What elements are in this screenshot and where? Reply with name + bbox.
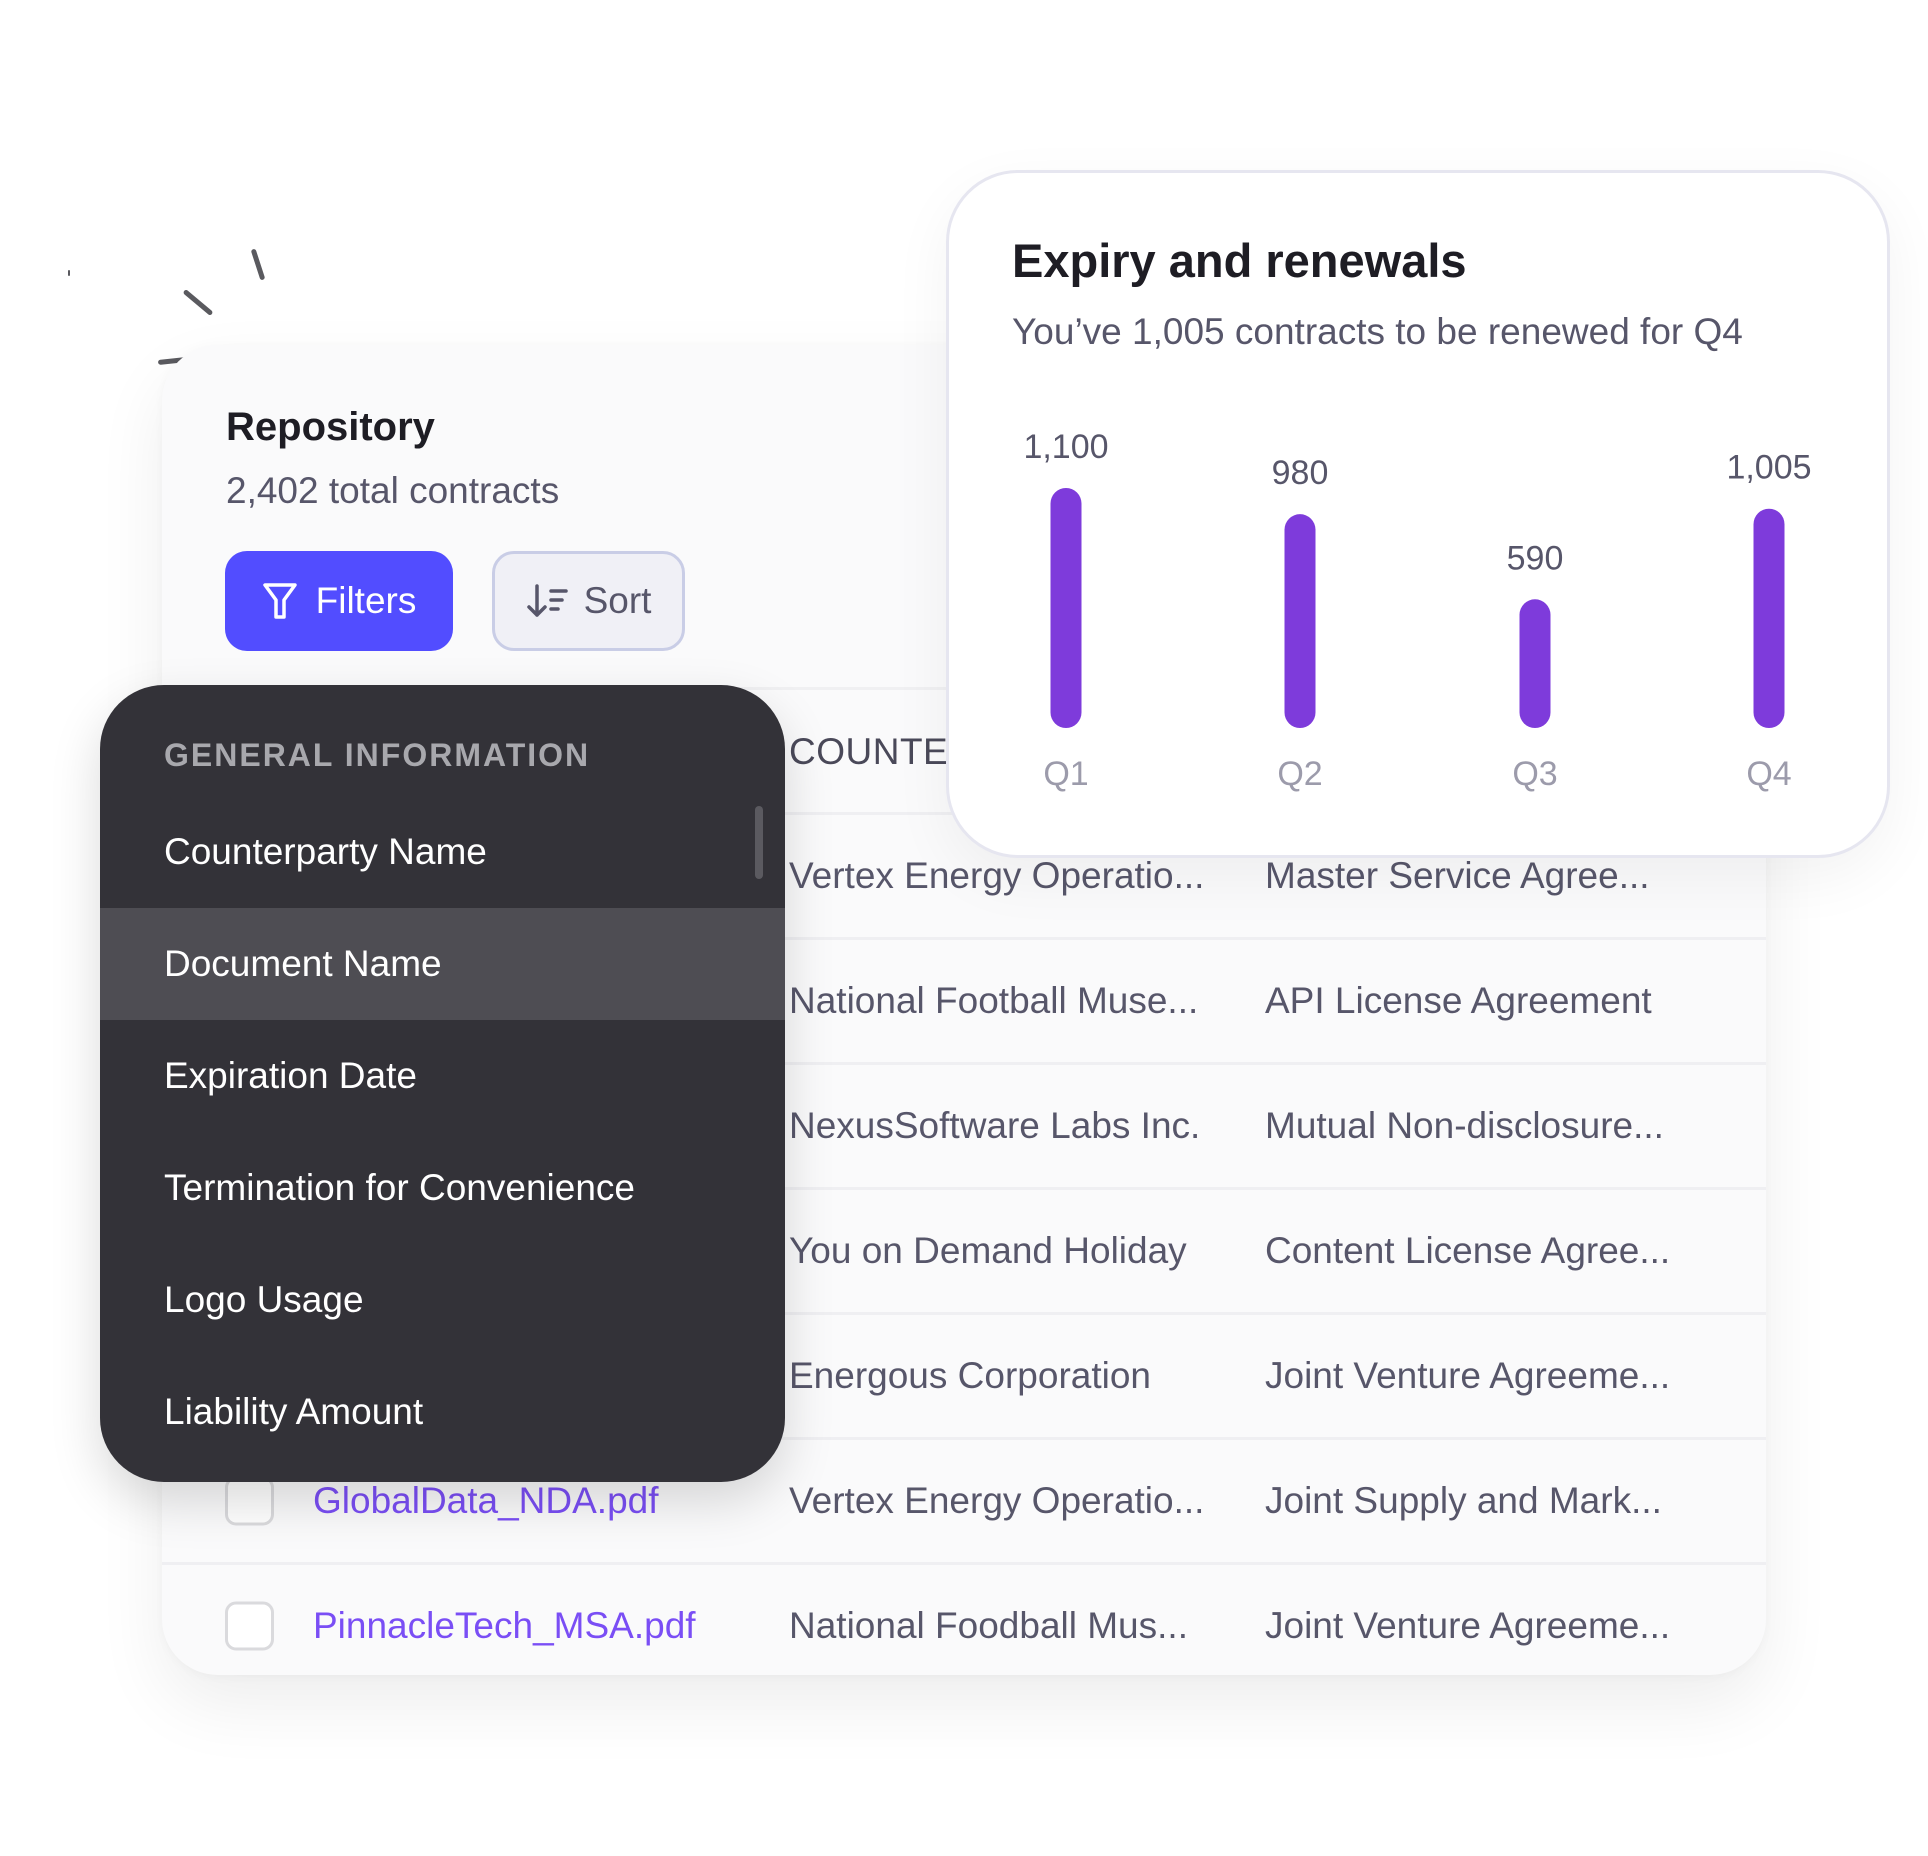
filters-button[interactable]: Filters	[225, 551, 453, 651]
contract-type-cell: Joint Venture Agreeme...	[1265, 1605, 1671, 1646]
dropdown-item-label: Expiration Date	[164, 1055, 417, 1096]
sort-icon	[526, 584, 568, 617]
sparkle-stroke	[250, 248, 266, 281]
renewals-bar-chart: 1,100 Q1 980 Q2 590 Q3 1,005 Q4	[1023, 428, 1811, 793]
sparkle-stroke	[182, 289, 214, 316]
counterparty-cell: Vertex Energy Operatio...	[789, 855, 1205, 896]
repository-title: Repository	[226, 405, 435, 449]
counterparty-cell: National Football Muse...	[789, 980, 1199, 1021]
dropdown-item[interactable]: Expiration Date	[100, 1020, 785, 1132]
counterparty-cell: You on Demand Holiday	[789, 1230, 1187, 1271]
sparkle-dot	[68, 270, 70, 276]
repository-subtitle: 2,402 total contracts	[226, 470, 560, 511]
dropdown-item[interactable]: Document Name	[100, 908, 785, 1020]
dropdown-item[interactable]: Counterparty Name	[100, 796, 785, 908]
bar-value-label: 1,100	[1023, 428, 1108, 466]
counterparty-cell: Vertex Energy Operatio...	[789, 1480, 1205, 1521]
document-link[interactable]: GlobalData_NDA.pdf	[313, 1480, 659, 1522]
counterparty-cell: National Foodball Mus...	[789, 1605, 1188, 1646]
dropdown-item[interactable]: Logo Usage	[100, 1244, 785, 1356]
x-tick-label: Q2	[1277, 755, 1322, 793]
bar-value-label: 1,005	[1726, 449, 1811, 487]
sort-button[interactable]: Sort	[492, 551, 685, 651]
dropdown-scrollbar[interactable]	[755, 806, 763, 879]
bar-q1[interactable]	[1050, 488, 1082, 728]
document-link[interactable]: PinnacleTech_MSA.pdf	[313, 1605, 696, 1647]
x-tick-label: Q3	[1512, 755, 1557, 793]
dropdown-section-heading: GENERAL INFORMATION	[164, 737, 591, 773]
contract-type-cell: Master Service Agree...	[1265, 855, 1650, 896]
row-checkbox[interactable]	[225, 1476, 274, 1526]
dropdown-item[interactable]: Liability Amount	[100, 1356, 785, 1468]
bar-q3[interactable]	[1519, 599, 1551, 728]
bar-value-label: 590	[1507, 539, 1564, 577]
bar-q2[interactable]	[1284, 514, 1316, 728]
x-tick-label: Q1	[1043, 755, 1088, 793]
table-row[interactable]: PinnacleTech_MSA.pdf National Foodball Mu…	[162, 1562, 1766, 1675]
contract-type-cell: Joint Venture Agreeme...	[1265, 1355, 1671, 1396]
contract-type-cell: Content License Agree...	[1265, 1230, 1671, 1271]
dropdown-item-label: Liability Amount	[164, 1391, 424, 1432]
row-checkbox[interactable]	[225, 1601, 274, 1651]
x-tick-label: Q4	[1746, 755, 1791, 793]
sort-label: Sort	[583, 580, 652, 621]
dropdown-item-label: Document Name	[164, 943, 442, 984]
dropdown-item-label: Termination for Convenience	[164, 1167, 635, 1208]
bar-q4[interactable]	[1753, 508, 1785, 728]
dropdown-item-label: Counterparty Name	[164, 831, 487, 872]
expiry-renewals-card: Expiry and renewals You’ve 1,005 contrac…	[946, 170, 1890, 858]
contract-type-cell: API License Agreement	[1265, 980, 1652, 1021]
column-header-counterparty[interactable]: COUNTE	[789, 731, 948, 773]
bar-value-label: 980	[1272, 454, 1329, 492]
filters-label: Filters	[315, 580, 417, 621]
filter-icon	[262, 583, 297, 619]
counterparty-cell: Energous Corporation	[789, 1355, 1151, 1396]
dropdown-item-label: Logo Usage	[164, 1279, 364, 1320]
filter-field-dropdown: GENERAL INFORMATION Counterparty Name Doc…	[100, 685, 785, 1482]
contract-type-cell: Mutual Non-disclosure...	[1265, 1105, 1664, 1146]
contract-type-cell: Joint Supply and Mark...	[1265, 1480, 1662, 1521]
dropdown-item[interactable]: Termination for Convenience	[100, 1132, 785, 1244]
counterparty-cell: NexusSoftware Labs Inc.	[789, 1105, 1201, 1146]
